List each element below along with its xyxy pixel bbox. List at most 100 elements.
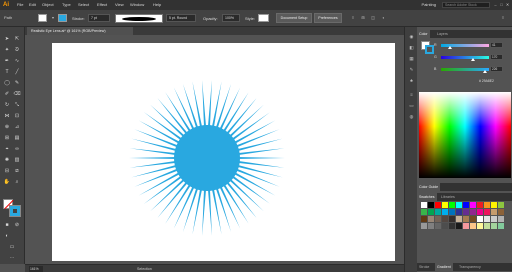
- starburst-ray[interactable]: [236, 156, 285, 160]
- starburst-ray[interactable]: [225, 180, 257, 219]
- swatch[interactable]: [435, 202, 441, 208]
- color-guide-panel-icon[interactable]: ◧: [408, 44, 415, 51]
- menu-type[interactable]: Type: [62, 2, 71, 8]
- swatch[interactable]: [477, 216, 483, 222]
- swatch[interactable]: [470, 223, 476, 229]
- starburst-ray[interactable]: [157, 97, 189, 136]
- swatch[interactable]: [470, 202, 476, 208]
- menu-object[interactable]: Object: [42, 2, 54, 8]
- swatch[interactable]: [463, 209, 469, 215]
- direct-selection-tool-icon[interactable]: ⇱: [13, 35, 21, 43]
- slice-tool-icon[interactable]: ⧄: [13, 167, 21, 175]
- swatch[interactable]: [442, 216, 448, 222]
- starburst-ray[interactable]: [228, 177, 264, 212]
- blue-thumb[interactable]: [483, 70, 487, 73]
- swatch[interactable]: [470, 216, 476, 222]
- pen-tool-icon[interactable]: ✒: [3, 57, 11, 65]
- none-mode-icon[interactable]: ⊘: [13, 221, 21, 229]
- tab-color-guide[interactable]: Color Guide: [417, 183, 441, 191]
- blend-tool-icon[interactable]: ∞: [13, 145, 21, 153]
- lasso-tool-icon[interactable]: ᘐ: [13, 46, 21, 54]
- menu-window[interactable]: Window: [130, 2, 144, 8]
- selection-tool-icon[interactable]: ➤: [3, 35, 11, 43]
- starburst-ray[interactable]: [131, 138, 179, 152]
- swatch[interactable]: [477, 209, 483, 215]
- swatch[interactable]: [484, 209, 490, 215]
- stroke-panel-icon[interactable]: ≡: [408, 91, 415, 98]
- eraser-tool-icon[interactable]: ⌫: [13, 90, 21, 98]
- starburst-ray[interactable]: [235, 138, 283, 152]
- preferences-button[interactable]: Preferences: [314, 13, 342, 23]
- swatch[interactable]: [477, 223, 483, 229]
- swatch[interactable]: [456, 216, 462, 222]
- shape-builder-tool-icon[interactable]: ⊕: [3, 123, 11, 131]
- red-thumb[interactable]: [448, 46, 452, 49]
- zoom-level-field[interactable]: 161%: [29, 266, 43, 272]
- starburst-ray[interactable]: [228, 104, 264, 139]
- variable-width-profile[interactable]: [115, 14, 163, 23]
- mesh-tool-icon[interactable]: ⊞: [3, 134, 11, 142]
- tab-color[interactable]: Color: [417, 30, 430, 38]
- swatch[interactable]: [421, 223, 427, 229]
- swatch[interactable]: [463, 202, 469, 208]
- red-slider-row[interactable]: R 41: [421, 42, 511, 49]
- ellipse-tool-icon[interactable]: ◯: [3, 79, 11, 87]
- stroke-label[interactable]: Stroke:: [72, 16, 85, 21]
- green-thumb[interactable]: [471, 58, 475, 61]
- brush-definition-field[interactable]: 5 pt. Round: [166, 14, 196, 22]
- swatch[interactable]: [421, 202, 427, 208]
- starburst-ray[interactable]: [150, 104, 186, 139]
- starburst-ray[interactable]: [235, 164, 283, 178]
- starburst-ray[interactable]: [218, 184, 241, 229]
- green-track[interactable]: [441, 56, 489, 59]
- swatch[interactable]: [498, 216, 504, 222]
- symbol-sprayer-tool-icon[interactable]: ✺: [3, 156, 11, 164]
- menu-select[interactable]: Select: [78, 2, 89, 8]
- swatch[interactable]: [491, 223, 497, 229]
- swatch[interactable]: [491, 216, 497, 222]
- close-icon[interactable]: ✕: [505, 2, 510, 7]
- eyedropper-tool-icon[interactable]: ⌖: [3, 145, 11, 153]
- swatch[interactable]: [484, 202, 490, 208]
- stroke-swatch-control[interactable]: [58, 14, 67, 22]
- swatch[interactable]: [449, 216, 455, 222]
- menu-view[interactable]: View: [115, 2, 124, 8]
- swatch[interactable]: [442, 223, 448, 229]
- swatch[interactable]: [477, 202, 483, 208]
- hex-field[interactable]: 29A8E2: [482, 79, 494, 83]
- starburst-ray[interactable]: [150, 177, 186, 212]
- swatch[interactable]: [435, 209, 441, 215]
- document-setup-button[interactable]: Document Setup: [276, 13, 312, 23]
- artboard[interactable]: [52, 43, 395, 261]
- transparency-panel-icon[interactable]: ◍: [408, 113, 415, 120]
- swatch[interactable]: [435, 216, 441, 222]
- tab-transparency[interactable]: Transparency: [457, 263, 483, 271]
- starburst-ray[interactable]: [173, 184, 196, 229]
- swatch[interactable]: [491, 202, 497, 208]
- width-tool-icon[interactable]: ⋈: [3, 112, 11, 120]
- swatch[interactable]: [463, 216, 469, 222]
- menu-file[interactable]: File: [17, 2, 23, 8]
- perspective-grid-tool-icon[interactable]: ⊿: [13, 123, 21, 131]
- starburst-ray[interactable]: [207, 80, 212, 129]
- minimize-icon[interactable]: –: [493, 2, 498, 7]
- isolate-icon[interactable]: ◫: [370, 15, 376, 21]
- swatch[interactable]: [442, 209, 448, 215]
- type-tool-icon[interactable]: T: [3, 68, 11, 76]
- scale-tool-icon[interactable]: ⤡: [13, 101, 21, 109]
- opacity-field[interactable]: 100%: [222, 14, 240, 22]
- menu-help[interactable]: Help: [153, 2, 161, 8]
- swatch[interactable]: [442, 202, 448, 208]
- swatch[interactable]: [428, 202, 434, 208]
- tab-stroke[interactable]: Stroke: [417, 263, 431, 271]
- align-icon[interactable]: ≡: [350, 15, 356, 21]
- swatch[interactable]: [449, 202, 455, 208]
- zoom-tool-icon[interactable]: ⌕: [13, 178, 21, 186]
- swatch[interactable]: [484, 216, 490, 222]
- graphic-style-swatch[interactable]: [258, 14, 269, 22]
- green-slider-row[interactable]: G 170: [421, 54, 511, 61]
- swatch[interactable]: [456, 209, 462, 215]
- color-mode-icon[interactable]: ■: [3, 221, 11, 229]
- tab-layers[interactable]: Layers: [435, 30, 450, 38]
- starburst-ray[interactable]: [202, 187, 207, 236]
